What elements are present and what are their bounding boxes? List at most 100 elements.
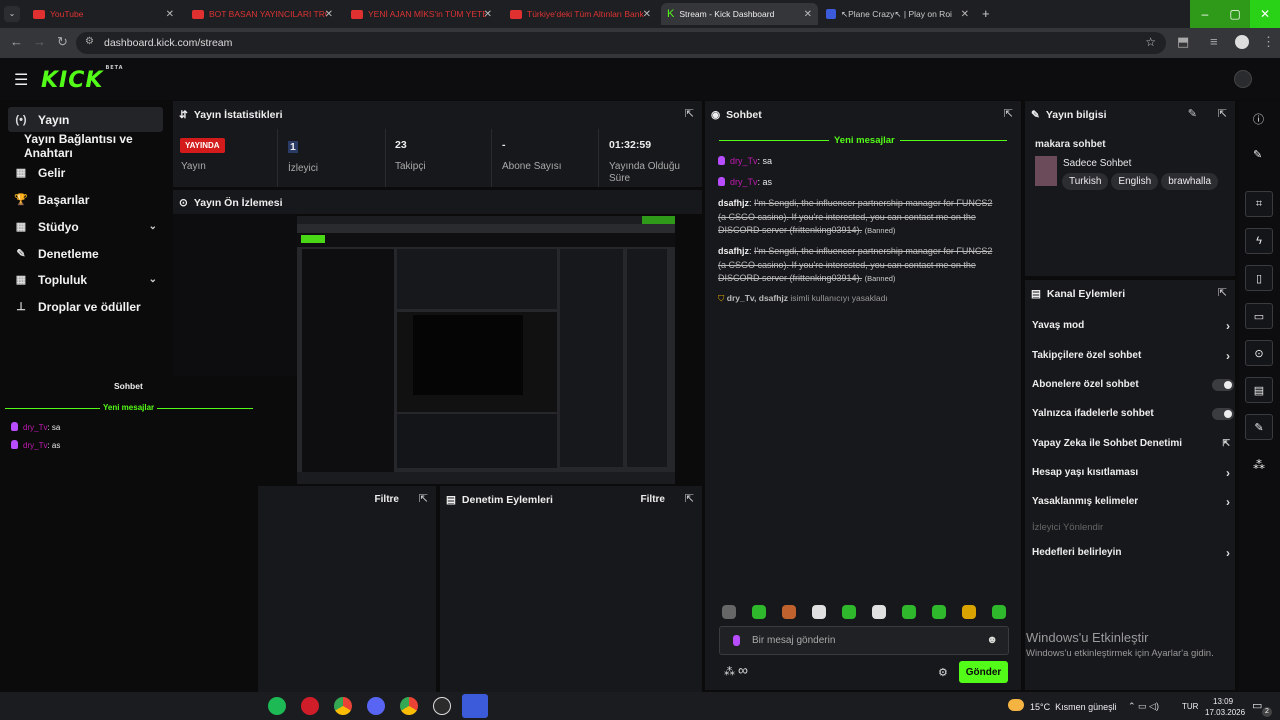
emote-icon[interactable]	[812, 605, 826, 619]
rail-button-doc[interactable]: ▯	[1245, 265, 1273, 291]
emote-icon[interactable]	[992, 605, 1006, 619]
tray-icons[interactable]: ⌃ ▭ ◁)	[1128, 701, 1159, 712]
menu-icon[interactable]: ⋮	[1262, 34, 1275, 50]
filter-label[interactable]: Filtre	[375, 494, 399, 505]
edit-icon[interactable]: ✎	[1188, 107, 1197, 120]
tag: English	[1111, 173, 1159, 190]
clock-time[interactable]: 13:09	[1213, 697, 1233, 706]
rail-button-wrench[interactable]: ✎	[1245, 414, 1273, 440]
close-icon[interactable]: ✕	[325, 9, 333, 20]
chat-input[interactable]: Bir mesaj gönderin ☻	[719, 626, 1009, 655]
close-icon[interactable]: ✕	[484, 9, 492, 20]
tab-youtube[interactable]: YouTube ✕	[27, 3, 180, 25]
rail-button-chat[interactable]: ▭	[1245, 303, 1273, 329]
emote-icon[interactable]	[932, 605, 946, 619]
popout-icon[interactable]: ⇱	[1218, 107, 1227, 120]
weather-icon[interactable]	[1008, 699, 1024, 711]
tab-kick-dashboard[interactable]: K Stream - Kick Dashboard ✕	[661, 3, 818, 25]
maximize-button[interactable]: ▢	[1220, 0, 1250, 28]
emote-icon[interactable]	[782, 605, 796, 619]
sidebar-item-yayin[interactable]: (•) Yayın	[8, 107, 163, 132]
chrome-icon[interactable]	[400, 697, 418, 715]
back-icon[interactable]: ←	[10, 34, 23, 49]
filter-label[interactable]: Filtre	[641, 494, 665, 505]
kick-logo[interactable]: KICKBETA	[41, 65, 124, 93]
profile-avatar[interactable]	[1235, 35, 1249, 49]
action-goals[interactable]: Hedefleri belirleyin ›	[1032, 546, 1230, 560]
url-field[interactable]: ⚙ dashboard.kick.com/stream ☆	[76, 32, 1166, 54]
popout-icon[interactable]: ⇱	[1004, 107, 1013, 120]
chat-settings-icon[interactable]: ⚙	[938, 666, 948, 679]
info-icon[interactable]: ⓘ	[1253, 111, 1264, 127]
emoji-icon[interactable]: ☻	[986, 634, 998, 646]
roblox-icon	[826, 9, 836, 19]
tab-bot-basan[interactable]: BOT BASAN YAYINCILARI TROL ✕	[186, 3, 339, 25]
new-tab-button[interactable]: +	[982, 6, 990, 21]
popout-icon[interactable]: ⇱	[419, 492, 428, 505]
reading-list-icon[interactable]: ≡	[1210, 34, 1218, 49]
rail-points-icon[interactable]: ⁂	[1253, 458, 1265, 472]
sidebar-item-stream-key[interactable]: Yayın Bağlantısı ve Anahtarı	[18, 132, 178, 160]
chrome-icon[interactable]	[334, 697, 352, 715]
chat-panel-title: Sohbet	[726, 109, 762, 121]
sidebar-item-denetleme[interactable]: ✎ Denetleme	[8, 241, 163, 266]
popout-icon[interactable]: ⇱	[685, 492, 694, 505]
forward-icon[interactable]: →	[33, 34, 46, 49]
opera-icon[interactable]	[301, 697, 319, 715]
action-account-age[interactable]: Hesap yaşı kısıtlaması ›	[1032, 466, 1230, 480]
weather-text[interactable]: 15°C Kısmen güneşli	[1030, 702, 1117, 712]
user-avatar[interactable]	[1234, 70, 1252, 88]
action-banned-words[interactable]: Yasaklanmış kelimeler ›	[1032, 495, 1230, 509]
close-window-button[interactable]: ✕	[1250, 0, 1280, 28]
rail-button-clip[interactable]: ⌗	[1245, 191, 1273, 217]
action-slow-mode[interactable]: Yavaş mod ›	[1032, 319, 1230, 333]
tab-turkiye[interactable]: Türkiye'deki Tüm Altınları Bank ✕	[504, 3, 657, 25]
tab-yeni-ajan[interactable]: YENİ AJAN MİKS'in TÜM YETEN ✕	[345, 3, 498, 25]
emote-icon[interactable]	[722, 605, 736, 619]
spotify-icon[interactable]	[268, 697, 286, 715]
rail-button-layout[interactable]: ▤	[1245, 377, 1273, 403]
action-followers-only[interactable]: Takipçilere özel sohbet ›	[1032, 349, 1230, 363]
discord-icon[interactable]	[367, 697, 385, 715]
language-indicator[interactable]: TUR	[1182, 702, 1198, 711]
sidebar-item-gelir[interactable]: ▦ Gelir	[8, 160, 163, 185]
pencil-icon[interactable]: ✎	[1253, 148, 1262, 161]
clock-date[interactable]: 17.03.2026	[1205, 708, 1245, 717]
close-icon[interactable]: ✕	[166, 9, 174, 20]
subscribers-only-toggle[interactable]	[1212, 378, 1234, 391]
rail-button-bolt[interactable]: ϟ	[1245, 228, 1273, 254]
emote-icon[interactable]	[752, 605, 766, 619]
close-icon[interactable]: ✕	[643, 9, 651, 20]
sidebar-item-topluluk[interactable]: ▦ Topluluk ⌄	[8, 267, 163, 292]
emotes-only-toggle[interactable]	[1212, 407, 1234, 420]
close-icon[interactable]: ✕	[961, 9, 969, 20]
obs-icon[interactable]	[433, 697, 451, 715]
emote-icon[interactable]	[842, 605, 856, 619]
stream-preview-video[interactable]	[297, 216, 675, 484]
emote-icon[interactable]	[962, 605, 976, 619]
emote-icon[interactable]	[872, 605, 886, 619]
close-icon[interactable]: ✕	[804, 9, 812, 20]
send-button[interactable]: Gönder	[959, 661, 1008, 683]
sidebar-item-studyo[interactable]: ▦ Stüdyo ⌄	[8, 214, 163, 239]
bookmark-star-icon[interactable]: ☆	[1145, 35, 1156, 49]
emote-icon[interactable]	[902, 605, 916, 619]
sidebar-item-basarilar[interactable]: 🏆 Başarılar	[8, 187, 163, 212]
category-name[interactable]: Sadece Sohbet	[1063, 158, 1131, 169]
sidebar-item-droplar[interactable]: ⊥ Droplar ve ödüller	[8, 294, 163, 319]
minimize-button[interactable]: –	[1190, 0, 1220, 28]
popout-icon[interactable]: ⇱	[1218, 286, 1227, 299]
points-icon[interactable]: ⁂	[724, 665, 735, 678]
roblox-icon[interactable]	[462, 694, 488, 718]
action-ai-moderation[interactable]: Yapay Zeka ile Sohbet Denetimi ⇱	[1032, 438, 1230, 449]
stat-followers: 23 Takipçi	[395, 139, 426, 172]
tab-search-button[interactable]: ⌄	[4, 6, 20, 22]
popout-icon[interactable]: ⇱	[685, 107, 694, 120]
extensions-icon[interactable]: ⬒	[1177, 34, 1189, 50]
tab-plane-crazy[interactable]: ↖Plane Crazy↖ | Play on Roi ✕	[820, 3, 975, 25]
reload-icon[interactable]: ↻	[57, 34, 68, 50]
rail-button-broadcast[interactable]: ⊙	[1245, 340, 1273, 366]
hamburger-menu-icon[interactable]: ☰	[14, 70, 28, 90]
site-info-icon[interactable]: ⚙	[85, 36, 94, 47]
notification-icon[interactable]: ▭	[1252, 699, 1262, 712]
